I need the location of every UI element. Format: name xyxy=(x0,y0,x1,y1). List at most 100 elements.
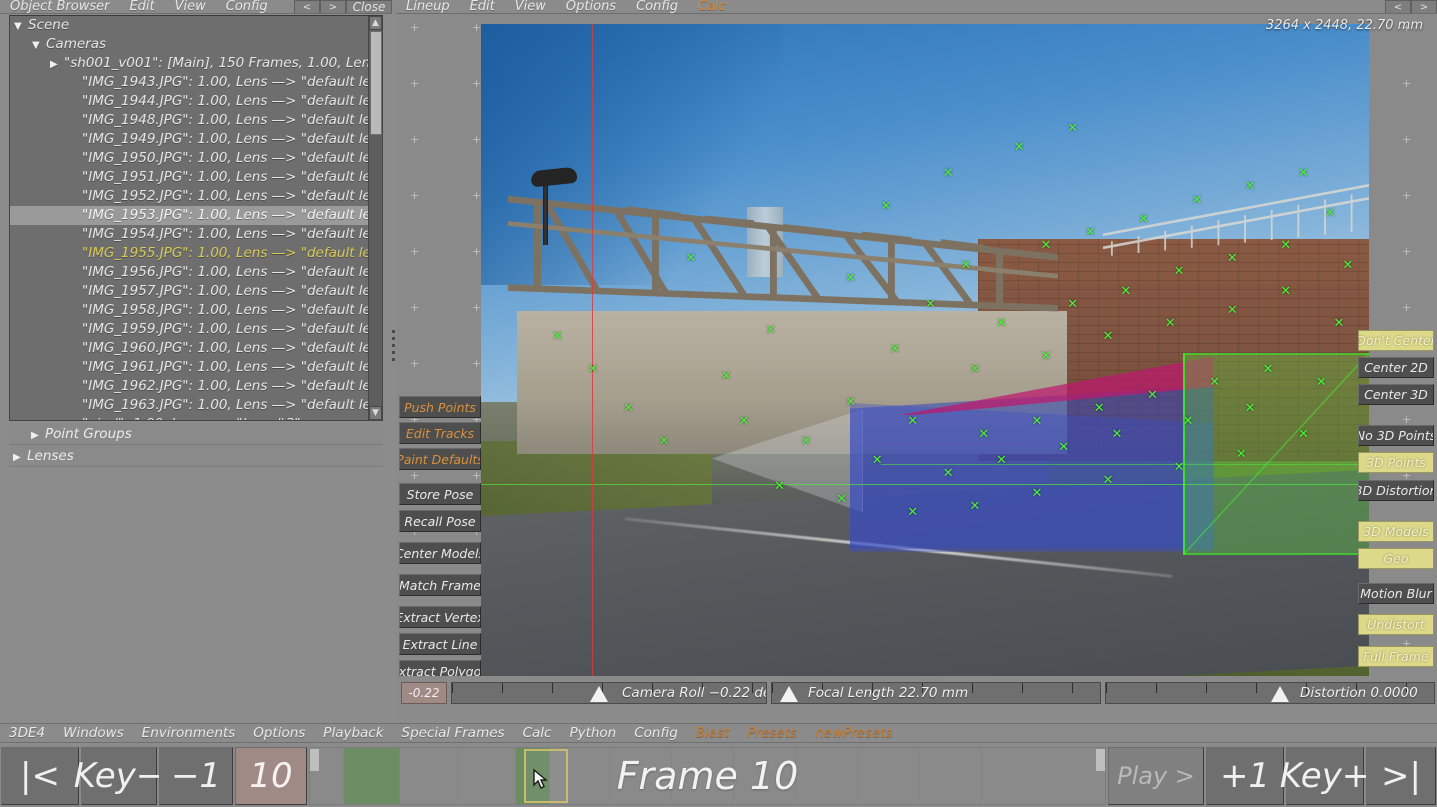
timeline-segment[interactable] xyxy=(610,748,672,804)
timeline-segment[interactable] xyxy=(858,748,920,804)
tracking-point-marker[interactable]: ✕ xyxy=(1316,376,1327,389)
menu-vp-options[interactable]: Options xyxy=(556,0,626,13)
tool-center-models-button[interactable]: Center Models xyxy=(399,542,481,564)
tool-store-pose-button[interactable]: Store Pose xyxy=(399,483,481,505)
tracking-point-marker[interactable]: ✕ xyxy=(889,343,900,356)
main-menu-python[interactable]: Python xyxy=(560,723,625,743)
timeline-segment[interactable] xyxy=(458,748,516,804)
main-menu-blast[interactable]: Blast xyxy=(687,723,739,743)
viewport-prev-button[interactable]: < xyxy=(1385,0,1411,13)
step-forward-button[interactable]: +1 xyxy=(1206,747,1284,805)
main-menu-calc[interactable]: Calc xyxy=(514,723,561,743)
display-3d-points-button[interactable]: 3D Points xyxy=(1358,452,1434,473)
timeline-segment[interactable] xyxy=(318,748,344,804)
main-menu-presets[interactable]: Presets xyxy=(738,723,806,743)
tool-extract-polygon-button[interactable]: Extract Polygon xyxy=(399,660,481,676)
scene-tree-item[interactable]: "IMG_1943.JPG": 1.00, Lens —> "default l… xyxy=(10,73,368,92)
tracking-point-marker[interactable]: ✕ xyxy=(1014,141,1025,154)
tracking-point-marker[interactable]: ✕ xyxy=(1245,180,1256,193)
previous-key-button[interactable]: Key− xyxy=(74,747,164,805)
main-menu-playback[interactable]: Playback xyxy=(314,723,392,743)
tracking-point-marker[interactable]: ✕ xyxy=(1183,415,1194,428)
tracking-point-marker[interactable]: ✕ xyxy=(588,363,599,376)
main-menu-newpresets[interactable]: newPresets xyxy=(806,723,902,743)
frame-timeline[interactable]: Frame 10 xyxy=(309,747,1106,805)
tracking-point-marker[interactable]: ✕ xyxy=(836,493,847,506)
tracking-point-marker[interactable]: ✕ xyxy=(801,435,812,448)
timeline-segment[interactable] xyxy=(734,748,796,804)
tracking-point-marker[interactable]: ✕ xyxy=(1120,285,1131,298)
timeline-segment[interactable] xyxy=(400,748,458,804)
scene-tree-item[interactable]: "IMG_1957.JPG": 1.00, Lens —> "default l… xyxy=(10,282,368,301)
scene-tree-item[interactable]: "airel": 1.00, Lens —> "lens #3" xyxy=(10,415,368,420)
display-motion-blur-button[interactable]: Motion Blur xyxy=(1358,583,1434,604)
triangle-down-icon[interactable]: ▼ xyxy=(32,36,46,54)
scene-tree-group-row[interactable]: ▶ Point Groups xyxy=(9,423,383,445)
scene-tree-item[interactable]: "IMG_1948.JPG": 1.00, Lens —> "default l… xyxy=(10,111,368,130)
tracking-point-marker[interactable]: ✕ xyxy=(1111,428,1122,441)
current-frame-field[interactable]: 10 xyxy=(235,747,307,805)
tool-push-points-button[interactable]: Push Points xyxy=(399,396,481,418)
tracking-point-marker[interactable]: ✕ xyxy=(881,200,892,213)
scene-tree-item[interactable]: "IMG_1944.JPG": 1.00, Lens —> "default l… xyxy=(10,92,368,111)
timeline-segment[interactable] xyxy=(672,748,734,804)
display-center-3d-button[interactable]: Center 3D xyxy=(1358,384,1434,405)
scene-tree-item[interactable]: "IMG_1963.JPG": 1.00, Lens —> "default l… xyxy=(10,396,368,415)
tracking-point-marker[interactable]: ✕ xyxy=(1298,428,1309,441)
tracking-point-marker[interactable]: ✕ xyxy=(969,363,980,376)
tracking-point-marker[interactable]: ✕ xyxy=(1067,298,1078,311)
menu-vp-config[interactable]: Config xyxy=(626,0,688,13)
tracking-point-marker[interactable]: ✕ xyxy=(1165,317,1176,330)
tracking-point-marker[interactable]: ✕ xyxy=(872,454,883,467)
tracking-point-marker[interactable]: ✕ xyxy=(961,259,972,272)
tracking-point-marker[interactable]: ✕ xyxy=(1174,265,1185,278)
tracking-point-marker[interactable]: ✕ xyxy=(623,402,634,415)
tracking-point-marker[interactable]: ✕ xyxy=(907,415,918,428)
close-window-button[interactable]: Close xyxy=(346,0,392,13)
display-full-frame-button[interactable]: Full Frame xyxy=(1358,646,1434,667)
triangle-down-icon[interactable]: ▼ xyxy=(14,17,28,35)
tracking-point-marker[interactable]: ✕ xyxy=(1103,474,1114,487)
tracking-point-marker[interactable]: ✕ xyxy=(721,370,732,383)
scene-tree-item[interactable]: "IMG_1956.JPG": 1.00, Lens —> "default l… xyxy=(10,263,368,282)
tracking-point-marker[interactable]: ✕ xyxy=(1085,226,1096,239)
distortion-slider[interactable]: Distortion 0.0000 xyxy=(1105,682,1435,704)
scene-tree-item[interactable]: "IMG_1949.JPG": 1.00, Lens —> "default l… xyxy=(10,130,368,149)
menu-lineup[interactable]: Lineup xyxy=(396,0,460,13)
scene-tree-scrollbar[interactable]: ▲ ▼ xyxy=(368,16,382,420)
scene-tree-item[interactable]: ▼ Cameras xyxy=(10,35,368,54)
tracking-point-marker[interactable]: ✕ xyxy=(996,317,1007,330)
scene-tree-item[interactable]: "IMG_1952.JPG": 1.00, Lens —> "default l… xyxy=(10,187,368,206)
timeline-segment-active[interactable] xyxy=(344,748,400,804)
scene-tree-group-row[interactable]: ▶ Lenses xyxy=(9,445,383,467)
tracking-point-marker[interactable]: ✕ xyxy=(659,435,670,448)
tracking-point-marker[interactable]: ✕ xyxy=(845,272,856,285)
tracking-point-marker[interactable]: ✕ xyxy=(1067,122,1078,135)
main-menu-environments[interactable]: Environments xyxy=(133,723,245,743)
tool-match-frame-button[interactable]: Match Frame xyxy=(399,574,481,596)
scene-tree-item[interactable]: ▶ "sh001_v001": [Main], 150 Frames, 1.00,… xyxy=(10,54,368,73)
tracking-point-marker[interactable]: ✕ xyxy=(1342,259,1353,272)
goto-first-frame-button[interactable]: |< xyxy=(1,747,79,805)
tracking-point-marker[interactable]: ✕ xyxy=(739,415,750,428)
tracking-point-marker[interactable]: ✕ xyxy=(1333,317,1344,330)
timeline-segment[interactable] xyxy=(796,748,858,804)
display-geo-button[interactable]: Geo xyxy=(1358,548,1434,569)
tracking-point-marker[interactable]: ✕ xyxy=(1138,213,1149,226)
scene-tree-item[interactable]: ▼ Scene xyxy=(10,16,368,35)
menu-ob-edit[interactable]: Edit xyxy=(119,0,164,13)
image-canvas[interactable]: ++++++++++++++++++++++++++++++++++++++++… xyxy=(396,14,1437,676)
tracking-point-marker[interactable]: ✕ xyxy=(1191,194,1202,207)
display-3d-distortion-button[interactable]: 3D Distortion xyxy=(1358,480,1434,501)
tracking-point-marker[interactable]: ✕ xyxy=(1174,461,1185,474)
scroll-up-icon[interactable]: ▲ xyxy=(369,16,382,30)
display-3d-models-button[interactable]: 3D Models xyxy=(1358,521,1434,542)
triangle-right-icon[interactable]: ▶ xyxy=(31,425,45,444)
scene-tree[interactable]: ▼ Scene ▼ Cameras ▶ "sh001_v001": [Main], 150… xyxy=(9,15,383,421)
play-button[interactable]: Play > xyxy=(1108,747,1204,805)
menu-object-browser[interactable]: Object Browser xyxy=(0,0,119,13)
tracking-point-marker[interactable]: ✕ xyxy=(1236,448,1247,461)
tracking-point-marker[interactable]: ✕ xyxy=(1040,239,1051,252)
plate-image[interactable]: ✕ ✕ ✕ ✕ ✕ ✕ ✕ ✕ ✕ ✕ ✕ ✕ ✕ ✕ ✕ ✕ ✕ ✕ ✕ ✕ ✕ ✕ ✕ ✕ ✕ ✕ ✕ ✕ ✕ ✕ ✕ ✕ ✕ ✕ ✕ ✕ ✕ ✕ ✕ ✕… xyxy=(481,24,1369,676)
scrollbar-thumb[interactable] xyxy=(370,31,382,135)
